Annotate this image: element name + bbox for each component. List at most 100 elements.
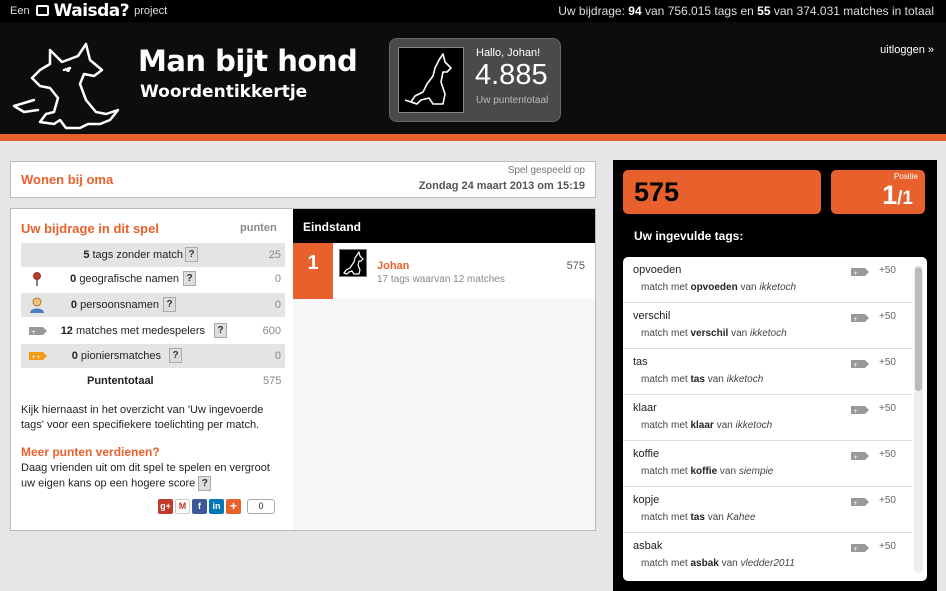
position-total: /1 [897,188,913,209]
game-name[interactable]: Wonen bij oma [21,172,113,187]
brand-suffix: project [134,5,168,17]
tag-match: match met opvoeden van ikketoch [641,282,796,293]
google-plus-icon[interactable]: g+ [158,499,173,514]
help-button[interactable]: ? [183,271,196,286]
match-prefix: match met [641,282,688,293]
tag-match: match met koffie van siempie [641,466,773,477]
addthis-icon[interactable]: + [226,499,241,514]
match-prefix: match met [641,512,688,523]
player-name[interactable]: Johan [377,260,409,272]
match-word: asbak [690,558,719,569]
dog-avatar-icon [404,53,452,105]
row-count: 0 [71,350,78,362]
tags-scrollbar[interactable] [914,265,923,573]
row-count: 0 [70,273,77,285]
scrollbar-thumb[interactable] [915,267,922,391]
tag-item: asbak + +50 match met asbak van vledder2… [623,533,912,579]
match-player: ikketoch [759,282,797,293]
tag-name: verschil [633,310,671,322]
total-score-label: Uw puntentotaal [476,95,549,106]
match-word: klaar [690,420,714,431]
tag-name: kopje [633,494,660,506]
rank-number: 1 [293,243,333,299]
match-player: Kahee [726,512,756,523]
points-total-label: Puntentotaal [87,375,154,387]
avatar [398,47,464,113]
tag-points: +50 [879,449,896,460]
row-text: matches met medespelers [76,325,205,337]
stats-of: van [773,4,794,18]
pioneer-tag-icon: ++ [29,352,47,361]
help-button[interactable]: ? [169,348,182,363]
position-value: 1/1 [882,180,913,211]
match-of: van [716,420,733,431]
tag-name: koffie [633,448,660,460]
match-prefix: match met [641,328,688,339]
match-of: van [731,328,748,339]
help-button[interactable]: ? [185,247,198,262]
player-detail: 17 tags waarvan 12 matches [377,274,505,285]
row-points: 0 [274,273,281,285]
points-total-value: 575 [263,375,282,387]
tag-name: opvoeden [633,264,682,276]
tag-name: asbak [633,540,663,552]
total-tags-count: 756.015 [667,4,712,18]
svg-text:++: ++ [31,354,41,361]
contribution-row-pioneer: ++ 0 pioniersmatches ? 0 [21,344,285,368]
tag-match: match met asbak van vledder2011 [641,558,795,569]
help-button[interactable]: ? [163,297,176,312]
standings-row[interactable]: 1 Johan 17 tags waarvan 12 matches 575 [293,243,595,299]
row-points: 0 [274,350,281,362]
row-label: 0 pioniersmatches [72,350,161,362]
help-button[interactable]: ? [198,476,212,491]
facebook-icon[interactable]: f [192,499,207,514]
brand[interactable]: Een Waisda? project [10,0,167,22]
row-label: 0 persoonsnamen [71,299,159,311]
contribution-row-geo: 0 geografische namen ? 0 [21,267,285,291]
match-tag-icon: + [851,406,869,415]
my-matches-count: 55 [757,4,771,18]
tag-name: tas [633,356,648,368]
share-count: 0 [247,499,275,514]
match-player: siempie [738,466,774,477]
logout-link[interactable]: uitloggen » [880,44,934,56]
brand-logo: Waisda? [53,1,130,21]
played-label: Spel gespeeld op [507,165,585,176]
linkedin-icon[interactable]: in [209,499,224,514]
earn-more-heading: Meer punten verdienen? [21,445,160,459]
stats-tags-and: tags en [714,4,754,18]
total-score: 4.885 [475,59,548,91]
dog-avatar-icon [343,251,364,275]
row-text: tags zonder match [92,249,184,261]
match-tag-icon: + [851,452,869,461]
player-avatar [339,249,367,277]
row-points: 25 [268,249,281,261]
tag-item: koffie + +50 match met koffie van siempi… [623,441,912,487]
header-stripe [0,134,946,141]
brand-prefix: Een [10,5,30,17]
match-tag-icon: + [851,360,869,369]
contribution-row-unmatched: 5 tags zonder match ? 25 [21,243,285,267]
row-label: 12 matches met medespelers [61,325,205,337]
tag-points: +50 [879,311,896,322]
match-word: opvoeden [690,282,738,293]
match-tag-icon: + [851,498,869,507]
tag-name: klaar [633,402,657,414]
row-label: 0 geografische namen [70,273,179,285]
earn-more-body: Daag vrienden uit om dit spel te spelen … [21,462,270,490]
row-label: 5 tags zonder match [83,249,183,261]
match-of: van [719,466,737,477]
match-tag-icon: + [851,544,869,553]
gmail-icon[interactable]: M [175,499,190,514]
greeting: Hallo, Johan! [476,47,541,59]
contribution-summary: Uw bijdrage in dit spel punten 5 tags zo… [11,209,293,530]
game-score-box: 575 [623,170,821,214]
map-pin-icon [33,272,41,286]
tag-item: verschil + +50 match met verschil van ik… [623,303,912,349]
tag-item: opvoeden + +50 match met opvoeden van ik… [623,257,912,303]
help-button[interactable]: ? [214,323,227,338]
match-prefix: match met [641,420,688,431]
page-subtitle: Woordentikkertje [140,82,308,102]
match-player: vledder2011 [740,558,795,569]
tv-icon [35,4,49,16]
